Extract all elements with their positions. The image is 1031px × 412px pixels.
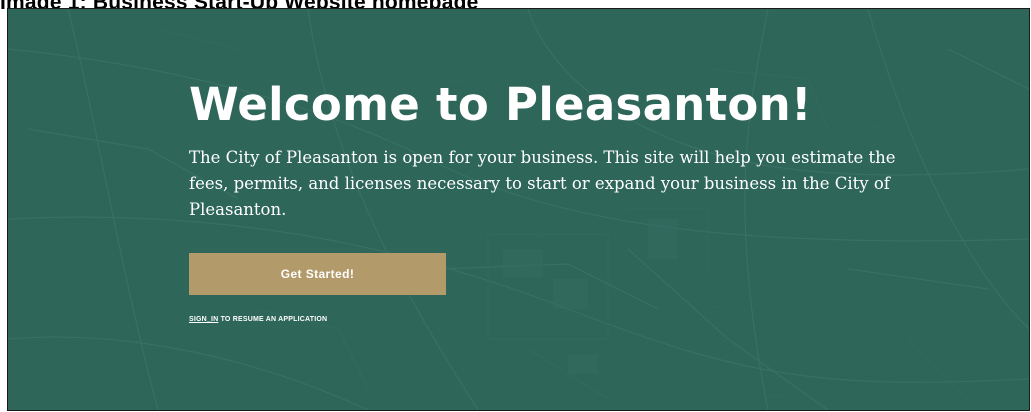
svg-text:· · · ·: · · · · [768, 394, 781, 401]
sign-in-link[interactable]: SIGN_IN [189, 316, 218, 323]
hero-description: The City of Pleasanton is open for your … [189, 148, 896, 219]
get-started-button[interactable]: Get Started! [189, 253, 446, 295]
homepage-screenshot: · · · · · · · · · · · · · · · · · · Welc… [7, 8, 1030, 411]
hero-section: Welcome to Pleasanton! The City of Pleas… [189, 79, 939, 323]
resume-application-text: TO RESUME AN APPLICATION [218, 316, 328, 323]
page: Image 1: Business Start-Up Website homep… [0, 0, 1031, 412]
resume-application-line: SIGN_IN TO RESUME AN APPLICATION [189, 316, 939, 323]
page-title: Welcome to Pleasanton! [189, 78, 812, 131]
